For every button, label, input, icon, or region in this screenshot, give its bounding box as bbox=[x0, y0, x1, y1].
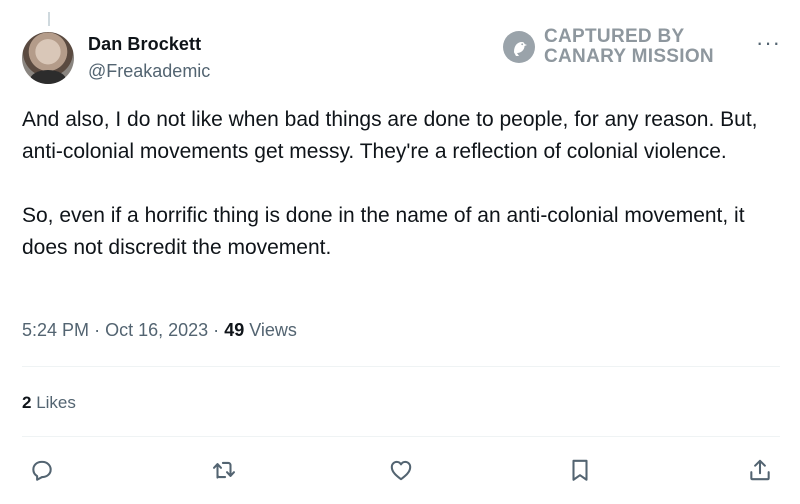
avatar-shirt bbox=[30, 70, 66, 84]
share-icon bbox=[750, 459, 770, 481]
share-button[interactable] bbox=[742, 452, 778, 488]
author-handle[interactable]: @Freakademic bbox=[88, 61, 210, 82]
repost-button[interactable] bbox=[206, 452, 242, 488]
thread-connector-line bbox=[48, 12, 50, 26]
tweet-meta: 5:24 PM · Oct 16, 2023 · 49 Views bbox=[22, 320, 297, 341]
more-options-icon[interactable]: ··· bbox=[756, 30, 781, 56]
tweet-text: And also, I do not like when bad things … bbox=[22, 104, 782, 264]
author-display-name[interactable]: Dan Brockett bbox=[88, 34, 201, 55]
avatar[interactable] bbox=[22, 32, 74, 84]
tweet-paragraph-1: And also, I do not like when bad things … bbox=[22, 108, 758, 163]
action-bar bbox=[0, 452, 800, 488]
meta-separator: · bbox=[94, 320, 101, 340]
watermark-line-1: CAPTURED BY bbox=[544, 26, 685, 47]
divider bbox=[22, 436, 780, 437]
likes-link[interactable]: 2 Likes bbox=[22, 393, 76, 413]
canary-logo-icon bbox=[503, 31, 535, 63]
views-label: Views bbox=[249, 320, 297, 340]
heart-icon bbox=[390, 460, 412, 481]
likes-label: Likes bbox=[36, 393, 76, 412]
views-count: 49 bbox=[224, 320, 245, 340]
reply-icon bbox=[32, 460, 52, 481]
bookmark-icon bbox=[572, 459, 588, 481]
like-button[interactable] bbox=[383, 452, 419, 488]
reply-button[interactable] bbox=[24, 452, 60, 488]
repost-icon bbox=[213, 461, 235, 479]
bookmark-button[interactable] bbox=[562, 452, 598, 488]
divider bbox=[22, 366, 780, 367]
tweet-date[interactable]: Oct 16, 2023 bbox=[105, 320, 208, 340]
meta-separator: · bbox=[213, 320, 220, 340]
watermark-text: CAPTURED BY CANARY MISSION bbox=[544, 27, 714, 67]
likes-count: 2 bbox=[22, 393, 32, 412]
watermark-line-2: CANARY MISSION bbox=[544, 46, 714, 67]
watermark: CAPTURED BY CANARY MISSION bbox=[503, 27, 714, 67]
tweet-paragraph-2: So, even if a horrific thing is done in … bbox=[22, 204, 745, 259]
tweet-time[interactable]: 5:24 PM bbox=[22, 320, 89, 340]
